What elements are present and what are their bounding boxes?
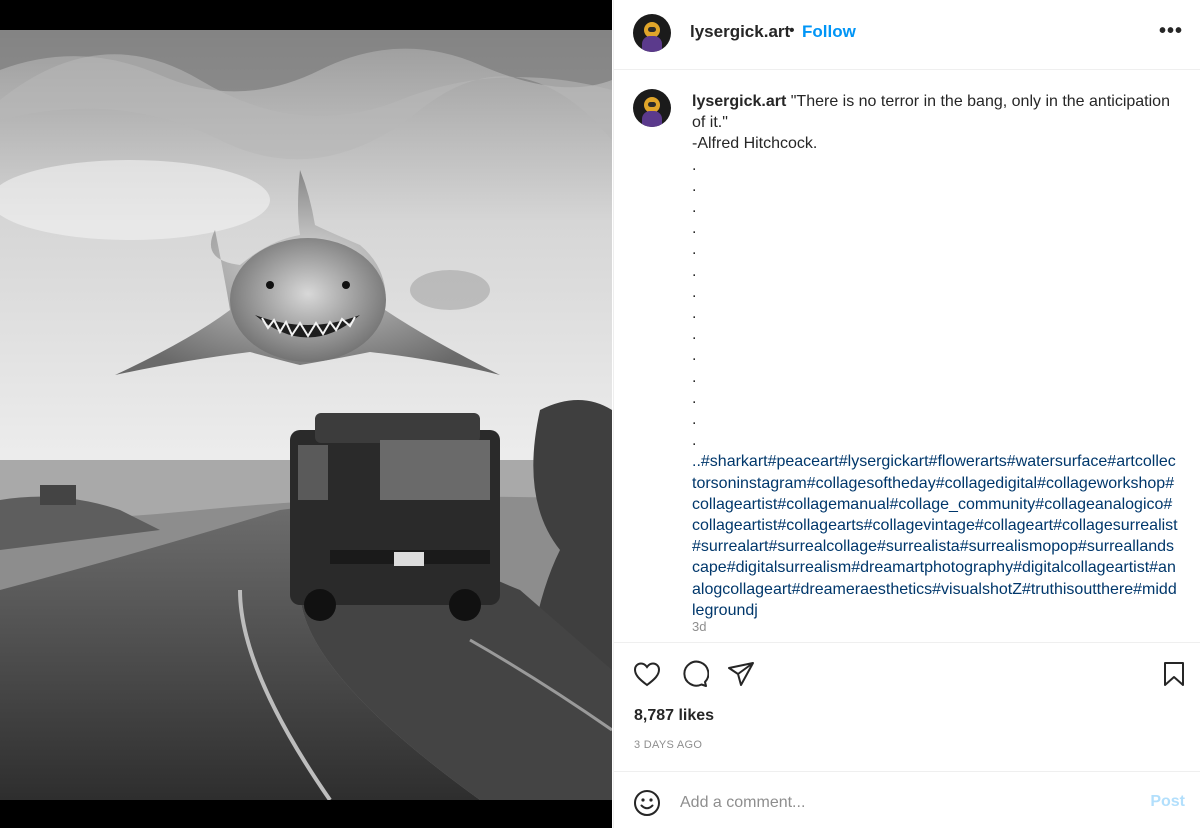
caption-text: "There is no terror in the bang, only in… <box>692 93 1170 450</box>
avatar-body <box>642 111 662 127</box>
likes-count[interactable]: 8,787 likes <box>634 707 714 725</box>
caption-avatar[interactable] <box>633 89 671 127</box>
post-date: 3 DAYS AGO <box>634 739 703 751</box>
avatar-eyes <box>648 102 656 107</box>
username-link[interactable]: lysergick.art <box>690 22 790 42</box>
post-panel: lysergick.art • Follow ••• lysergick.art… <box>613 0 1200 828</box>
avatar-body <box>642 36 662 52</box>
comment-icon[interactable] <box>679 659 709 689</box>
heart-icon[interactable] <box>632 659 662 689</box>
comments-section: lysergick.art "There is no terror in the… <box>614 71 1200 641</box>
post-header: lysergick.art • Follow ••• <box>614 0 1200 70</box>
bookmark-icon[interactable] <box>1159 659 1189 689</box>
avatar-eyes <box>648 27 656 32</box>
caption-hashtags[interactable]: ..#sharkart#peaceart#lysergickart#flower… <box>692 451 1178 621</box>
post-image[interactable] <box>0 0 612 828</box>
comment-input[interactable] <box>680 790 1120 816</box>
avatar[interactable] <box>633 14 671 52</box>
more-options-icon[interactable]: ••• <box>1159 20 1183 43</box>
post-caption: lysergick.art "There is no terror in the… <box>692 91 1178 621</box>
follow-button[interactable]: Follow <box>802 22 856 42</box>
action-bar <box>614 642 1200 700</box>
caption-username-link[interactable]: lysergick.art <box>692 93 786 110</box>
paper-plane-icon[interactable] <box>726 659 756 689</box>
comment-composer: Post <box>614 771 1200 828</box>
separator-dot: • <box>789 22 795 39</box>
smiley-icon[interactable] <box>633 789 661 817</box>
post-age: 3d <box>692 619 707 634</box>
shark-van-collage-image <box>0 30 612 800</box>
post-comment-button[interactable]: Post <box>1150 793 1185 811</box>
